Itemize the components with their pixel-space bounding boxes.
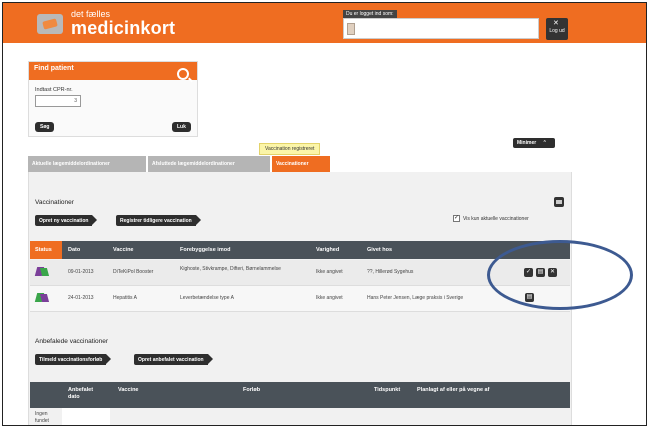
cpr-input[interactable]: 3 (35, 95, 81, 107)
cell-vaccine: DiTeKiPol Booster (113, 269, 154, 275)
cell-vaccine: Hepatitis A (113, 295, 137, 301)
col-given-at[interactable]: Givet hos (367, 247, 392, 253)
create-vaccination-button[interactable]: Opret ny vaccination (35, 215, 98, 226)
find-patient-title: Find patient (29, 62, 197, 80)
vaccination-table-header: Status Dato Vaccine Forebyggelse imod Va… (30, 241, 570, 259)
col-date[interactable]: Dato (68, 247, 80, 253)
minimize-button[interactable]: Minimer ⌃ (513, 138, 555, 148)
tab-vaccinations[interactable]: Vaccinationer (272, 156, 330, 172)
col-recommended-date[interactable]: Anbefalet dato (68, 387, 98, 401)
medicine-card-logo-icon (37, 14, 63, 34)
cell-prevention: Leverbetændelse type A (180, 295, 234, 301)
logout-button[interactable]: Log ud (546, 18, 568, 40)
vaccine-status-icon (34, 267, 50, 277)
col-planned-by[interactable]: Planlagt af eller på vegne af (417, 387, 489, 394)
logged-in-user-field (343, 18, 539, 39)
highlight-ring-annotation (487, 240, 633, 310)
recommended-empty-row: Ingen fundet (30, 408, 570, 425)
print-icon[interactable] (554, 197, 564, 207)
cpr-label: Indtast CPR-nr. (35, 87, 73, 93)
cell-duration: Ikke angivet (316, 269, 343, 275)
vaccination-registered-tooltip: Vaccination registreret (259, 143, 321, 155)
cell-prevention: Kighoste, Stivkrampe, Difteri, Børnelamm… (180, 266, 281, 272)
search-button[interactable]: Søg (35, 122, 55, 132)
cell-date: 24-01-2013 (68, 295, 94, 301)
user-card-icon (347, 23, 355, 35)
find-patient-panel: Find patient Indtast CPR-nr. 3 Søg Luk (28, 61, 198, 137)
logged-in-box: Du er logget ind som: (343, 10, 539, 39)
table-row[interactable]: 24-01-2013 Hepatitis A Leverbetændelse t… (30, 286, 570, 312)
logged-in-label: Du er logget ind som: (343, 10, 397, 18)
cell-given-at: Hans Peter Jensen, Læge praksis i Sverig… (367, 295, 464, 301)
cell-date: 09-01-2013 (68, 269, 94, 275)
only-current-label: Vis kun aktuelle vaccinationer (463, 216, 529, 222)
vaccine-status-icon (34, 293, 50, 303)
brand-title: medicinkort (71, 18, 176, 38)
cell-given-at: ??, Hillerød Sygehus (367, 269, 414, 275)
col-duration[interactable]: Varighed (316, 247, 339, 253)
search-icon (177, 68, 189, 80)
create-recommended-button[interactable]: Opret anbefalet vaccination (134, 354, 213, 365)
app-frame: det fælles medicinkort Du er logget ind … (2, 2, 647, 426)
close-button[interactable]: Luk (172, 122, 191, 132)
recommended-title: Anbefalede vaccinationer (35, 338, 108, 345)
col-status[interactable]: Status (35, 247, 52, 253)
recommended-table-header: Anbefalet dato Vaccine Forløb Tidspunkt … (30, 382, 570, 408)
vaccinations-title: Vaccinationer (35, 199, 74, 206)
cell-duration: Ikke angivet (316, 295, 343, 301)
register-previous-vaccination-button[interactable]: Registrer tidligere vaccination (116, 215, 201, 226)
top-header: det fælles medicinkort Du er logget ind … (3, 3, 646, 43)
enroll-course-button[interactable]: Tilmeld vaccinationsforløb (35, 354, 112, 365)
col-prevention[interactable]: Forebyggelse imod (180, 247, 230, 253)
minimize-label: Minimer (517, 140, 537, 146)
col-vaccine[interactable]: Vaccine (113, 247, 134, 253)
empty-column (62, 408, 110, 425)
tab-current-prescriptions[interactable]: Aktuelle lægemiddelordinationer (28, 156, 146, 172)
only-current-checkbox[interactable]: ✓ (453, 215, 460, 222)
col-course[interactable]: Forløb (243, 387, 260, 394)
tab-completed-prescriptions[interactable]: Afsluttede lægemiddelordinationer (148, 156, 270, 172)
col-time[interactable]: Tidspunkt (374, 387, 400, 394)
chevron-up-icon: ⌃ (542, 140, 547, 146)
col-rec-vaccine[interactable]: Vaccine (118, 387, 139, 394)
none-found-text: Ingen fundet (35, 411, 49, 424)
